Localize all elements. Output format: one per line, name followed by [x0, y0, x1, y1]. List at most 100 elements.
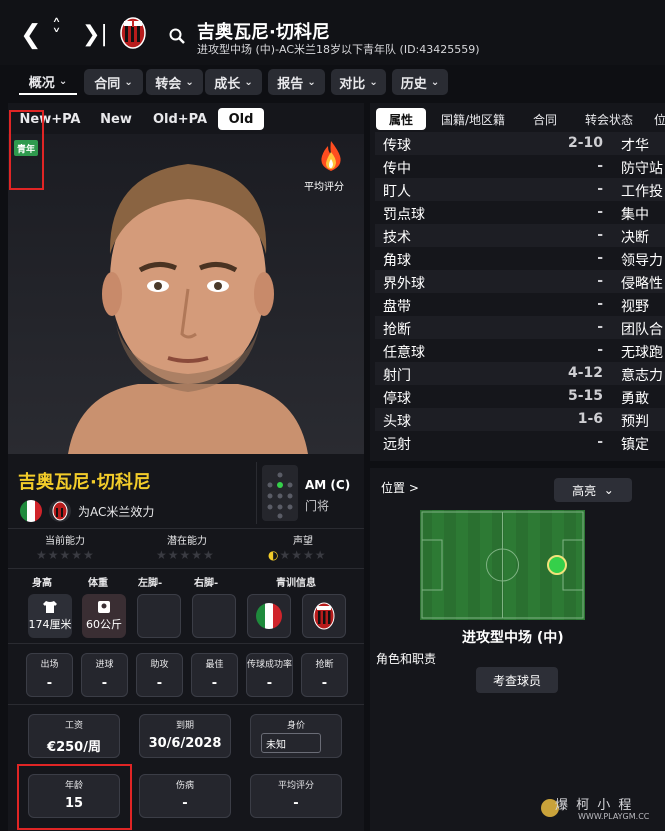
- attribute-value: 4-12: [567, 365, 603, 381]
- attribute-row: 停球 5-15 勇敢: [375, 385, 665, 408]
- left-foot-tile: [137, 594, 181, 638]
- contract-expiry-tile: 到期 30/6/2028: [139, 714, 231, 758]
- tab-compare[interactable]: 对比 ⌄: [331, 69, 386, 95]
- potential-ability-stars: ★★★★★: [156, 548, 215, 562]
- tab-contract-info[interactable]: 合同: [522, 108, 568, 130]
- attribute-name-secondary: 团队合: [621, 322, 663, 338]
- attribute-row: 传球 2-10 才华: [375, 132, 665, 155]
- attribute-value: -: [597, 273, 603, 289]
- highlight-box: [9, 110, 44, 190]
- attribute-name-secondary: 勇敢: [621, 391, 649, 407]
- skip-icon[interactable]: ❯|: [82, 22, 108, 47]
- italy-flag-icon: [256, 603, 282, 629]
- attribute-name-secondary: 领导力: [621, 253, 663, 269]
- highlight-dropdown[interactable]: 高亮 ⌄: [554, 478, 632, 502]
- divider: [8, 704, 364, 705]
- attribute-value: -: [597, 250, 603, 266]
- divider: [8, 528, 364, 529]
- attribute-name: 传中: [383, 161, 411, 177]
- tab-contract[interactable]: 合同 ⌄: [84, 69, 143, 95]
- height-tile: 174厘米: [28, 594, 72, 638]
- attribute-row: 盘带 - 视野: [375, 293, 665, 316]
- attribute-value: -: [597, 158, 603, 174]
- current-ability-stars: ★★★★★: [36, 548, 95, 562]
- height-value: 174厘米: [28, 618, 72, 631]
- position-title[interactable]: 位置 >: [381, 479, 419, 496]
- attribute-name: 盯人: [383, 184, 411, 200]
- attribute-name: 头球: [383, 414, 411, 430]
- face-tab-old-pa[interactable]: Old+PA: [148, 108, 212, 130]
- position-main: AM (C): [305, 478, 351, 492]
- tab-development[interactable]: 成长 ⌄: [205, 69, 262, 95]
- stat-pass-completion: 传球成功率 -: [246, 653, 293, 697]
- tab-overview[interactable]: 概况 ⌄: [19, 69, 77, 95]
- tab-more[interactable]: 位: [650, 108, 665, 130]
- player-name: 吉奥瓦尼·切科尼: [18, 472, 151, 493]
- shirt-icon: [43, 601, 57, 613]
- value-unknown: 未知: [261, 733, 321, 753]
- attribute-row: 角球 - 领导力: [375, 247, 665, 270]
- attribute-name-secondary: 意志力: [621, 368, 663, 384]
- stat-appearances: 出场 -: [26, 653, 73, 697]
- attribute-name-secondary: 侵略性: [621, 276, 663, 292]
- attribute-name: 远射: [383, 437, 411, 453]
- value-tile: 身价 未知: [250, 714, 342, 758]
- fire-icon: [321, 141, 341, 171]
- potential-ability-label: 潜在能力: [167, 536, 207, 547]
- position-secondary: 门将: [305, 499, 330, 513]
- ac-milan-crest-icon: [313, 602, 335, 630]
- attribute-name-secondary: 预判: [621, 414, 649, 430]
- italy-flag-icon: [20, 500, 42, 522]
- face-tab-new[interactable]: New: [94, 108, 138, 130]
- attribute-name: 角球: [383, 253, 411, 269]
- stat-assists: 助攻 -: [136, 653, 183, 697]
- attribute-row: 头球 1-6 预判: [375, 408, 665, 431]
- tab-attributes[interactable]: 属性: [376, 108, 426, 130]
- weight-tile: 60公斤: [82, 594, 126, 638]
- ac-milan-crest-small-icon: [49, 500, 71, 522]
- youth-info-label: 青训信息: [276, 578, 316, 589]
- attribute-value: 5-15: [567, 388, 603, 404]
- right-foot-tile: [192, 594, 236, 638]
- attribute-value: -: [597, 204, 603, 220]
- attribute-name: 射门: [383, 368, 411, 384]
- pitch-map: [420, 510, 585, 620]
- attribute-name-secondary: 工作投: [621, 184, 663, 200]
- attribute-name: 技术: [383, 230, 411, 246]
- tab-reports[interactable]: 报告 ⌄: [268, 69, 325, 95]
- attribute-name: 盘带: [383, 299, 411, 315]
- position-name: 进攻型中场 (中): [462, 630, 564, 646]
- tab-transfer-status[interactable]: 转会状态: [576, 108, 642, 130]
- youth-club-tile[interactable]: [302, 594, 346, 638]
- average-rating-tile: 平均评分 -: [250, 774, 342, 818]
- stat-tackles: 抢断 -: [301, 653, 348, 697]
- wage-tile: 工资 €250/周: [28, 714, 120, 758]
- divider: [8, 568, 364, 569]
- attribute-value: -: [597, 296, 603, 312]
- up-down-icon[interactable]: ˄ ˅: [52, 18, 61, 46]
- attribute-row: 射门 4-12 意志力: [375, 362, 665, 385]
- chevron-down-icon: ⌄: [603, 483, 614, 497]
- attribute-row: 远射 - 镇定: [375, 431, 665, 454]
- attribute-row: 技术 - 决断: [375, 224, 665, 247]
- attribute-value: -: [597, 342, 603, 358]
- tab-nationality[interactable]: 国籍/地区籍: [434, 108, 512, 130]
- left-foot-label: 左脚-: [138, 578, 163, 589]
- back-icon[interactable]: ❮: [20, 20, 42, 50]
- watermark-url: WWW.PLAYGM.CC: [578, 812, 650, 821]
- attribute-name: 传球: [383, 138, 411, 154]
- attribute-value: -: [597, 181, 603, 197]
- attribute-name: 停球: [383, 391, 411, 407]
- tab-transfer[interactable]: 转会 ⌄: [146, 69, 203, 95]
- stat-goals: 进球 -: [81, 653, 128, 697]
- divider: [256, 462, 257, 524]
- face-tab-old[interactable]: Old: [218, 108, 264, 130]
- tab-history[interactable]: 历史 ⌄: [392, 69, 448, 95]
- search-icon[interactable]: [169, 28, 185, 44]
- avg-rating-label: 平均评分: [304, 182, 344, 193]
- scout-player-button[interactable]: 考查球员: [476, 667, 558, 693]
- youth-nation-tile[interactable]: [247, 594, 291, 638]
- attribute-row: 罚点球 - 集中: [375, 201, 665, 224]
- attribute-row: 抢断 - 团队合: [375, 316, 665, 339]
- attribute-name-secondary: 决断: [621, 230, 649, 246]
